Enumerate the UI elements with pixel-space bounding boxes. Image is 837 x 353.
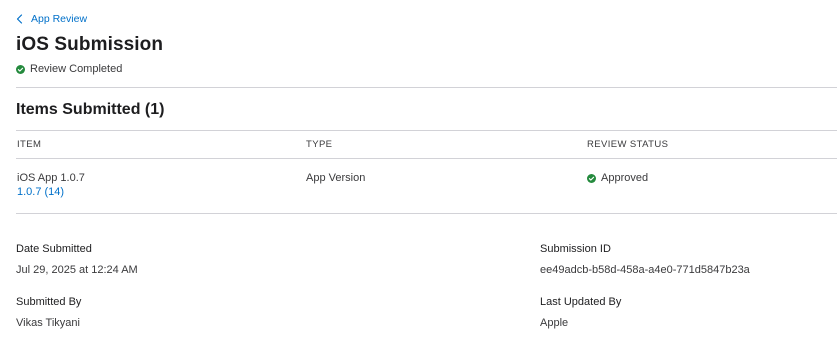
table-header-divider: [16, 158, 837, 159]
table-bottom-divider: [16, 213, 837, 214]
review-status-label: Approved: [601, 172, 649, 184]
review-status: Approved: [587, 172, 648, 184]
submission-status: Review Completed: [16, 63, 122, 75]
submission-id-value: ee49adcb-b58d-458a-a4e0-771d5847b23a: [540, 264, 750, 276]
date-submitted-value: Jul 29, 2025 at 12:24 AM: [16, 264, 138, 276]
submitted-by-label: Submitted By: [16, 296, 82, 308]
submission-status-label: Review Completed: [30, 63, 123, 75]
chevron-left-icon: [16, 14, 23, 24]
build-link[interactable]: 1.0.7 (14): [17, 186, 64, 198]
last-updated-by-label: Last Updated By: [540, 296, 622, 308]
back-link-label[interactable]: App Review: [31, 13, 87, 25]
date-submitted-label: Date Submitted: [16, 243, 92, 255]
back-link[interactable]: App Review: [16, 13, 87, 25]
check-circle-icon: [587, 173, 596, 183]
check-circle-icon: [16, 64, 25, 74]
items-section-title: Items Submitted (1): [16, 101, 165, 118]
submitted-by-value: Vikas Tikyani: [16, 317, 80, 329]
item-name: iOS App 1.0.7: [17, 172, 85, 184]
submission-id-label: Submission ID: [540, 243, 611, 255]
column-header-type[interactable]: TYPE: [306, 139, 332, 150]
page-title: iOS Submission: [16, 34, 164, 55]
column-header-review-status[interactable]: REVIEW STATUS: [587, 139, 668, 150]
item-type: App Version: [306, 172, 366, 184]
last-updated-by-value: Apple: [540, 317, 569, 329]
column-header-item[interactable]: ITEM: [17, 139, 41, 150]
table-top-divider: [16, 130, 837, 131]
divider: [16, 87, 837, 88]
